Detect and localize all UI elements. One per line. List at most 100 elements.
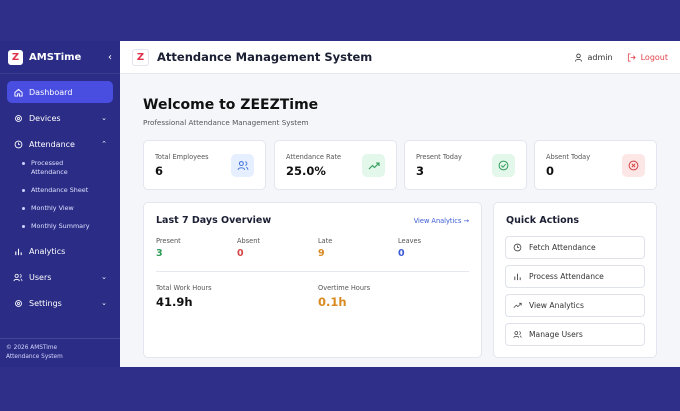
sidebar-item-label: Dashboard [29, 87, 73, 97]
chevron-up-icon: ⌃ [101, 140, 107, 148]
stat-card-absent-today: Absent Today 0 [534, 140, 657, 190]
bullet-dot [22, 207, 25, 210]
overview-panel: Last 7 Days Overview View Analytics → Pr… [143, 202, 482, 358]
collapse-sidebar-icon[interactable]: ‹ [108, 52, 112, 63]
metric-value-late: 9 [318, 248, 325, 259]
divider [156, 271, 469, 272]
metric-label-absent: Absent [237, 237, 260, 245]
user-menu[interactable]: admin [574, 53, 613, 62]
top-bar: Z Attendance Management System admin Log… [120, 41, 680, 74]
users-icon [513, 330, 522, 339]
stat-card-attendance-rate: Attendance Rate 25.0% [274, 140, 397, 190]
sidebar-item-label: Settings [29, 298, 62, 308]
user-icon [574, 53, 583, 62]
stat-label: Total Employees [155, 153, 209, 161]
copyright-text: © 2026 AMSTime [6, 345, 58, 351]
stat-label: Present Today [416, 153, 462, 161]
quick-actions-panel: Quick Actions Fetch Attendance Process A… [493, 202, 657, 358]
chevron-down-icon: ⌄ [101, 299, 107, 307]
metric-value-present: 3 [156, 248, 163, 259]
sidebar-item-settings[interactable]: Settings ⌄ [7, 292, 113, 314]
overview-title: Last 7 Days Overview [156, 215, 272, 226]
subitem-label: Processed Attendance [31, 159, 68, 176]
app-logo: Z [8, 49, 23, 65]
quick-actions-title: Quick Actions [506, 215, 580, 226]
sidebar-item-label: Analytics [29, 246, 66, 256]
trending-up-icon [513, 301, 522, 310]
metric-label-present: Present [156, 237, 181, 245]
overtime-label: Overtime Hours [318, 284, 371, 292]
sidebar-subitem-monthly-view[interactable]: Monthly View [0, 204, 120, 213]
system-caption: Attendance System [6, 354, 63, 360]
sidebar-nav: Dashboard Devices ⌄ Attendance ⌃ Process… [0, 74, 120, 314]
page-subtitle: Professional Attendance Management Syste… [143, 118, 309, 127]
stat-value: 6 [155, 164, 164, 178]
stat-card-present-today: Present Today 3 [404, 140, 527, 190]
button-label: Fetch Attendance [529, 243, 596, 252]
sidebar-item-attendance[interactable]: Attendance ⌃ [7, 133, 113, 155]
sidebar-item-label: Devices [29, 113, 61, 123]
bar-chart-icon [13, 246, 23, 256]
process-attendance-button[interactable]: Process Attendance [505, 265, 645, 288]
logout-button[interactable]: Logout [627, 53, 668, 62]
subitem-label: Attendance Sheet [31, 186, 89, 194]
bullet-dot [22, 189, 25, 192]
metric-label-leaves: Leaves [398, 237, 422, 245]
app-title: Attendance Management System [157, 50, 373, 64]
clock-icon [513, 243, 522, 252]
chevron-down-icon: ⌄ [101, 114, 107, 122]
work-hours-label: Total Work Hours [156, 284, 212, 292]
manage-users-button[interactable]: Manage Users [505, 323, 645, 346]
button-label: Process Attendance [529, 272, 604, 281]
overtime-value: 0.1h [318, 295, 347, 309]
x-circle-icon [622, 154, 645, 177]
stat-value: 25.0% [286, 164, 326, 178]
stat-card-total-employees: Total Employees 6 [143, 140, 266, 190]
main-content: Z Attendance Management System admin Log… [120, 41, 680, 367]
metric-value-absent: 0 [237, 248, 244, 259]
users-icon [231, 154, 254, 177]
subitem-label: Monthly View [31, 204, 74, 212]
button-label: Manage Users [529, 330, 583, 339]
home-icon [13, 87, 23, 97]
metric-value-leaves: 0 [398, 248, 405, 259]
sidebar-subitem-processed-attendance[interactable]: Processed Attendance [0, 159, 120, 177]
sidebar-item-devices[interactable]: Devices ⌄ [7, 107, 113, 129]
users-icon [13, 272, 23, 282]
bullet-dot [22, 162, 25, 165]
work-hours-value: 41.9h [156, 295, 193, 309]
sidebar-subitem-attendance-sheet[interactable]: Attendance Sheet [0, 186, 120, 195]
check-circle-icon [492, 154, 515, 177]
button-label: View Analytics [529, 301, 584, 310]
stat-value: 3 [416, 164, 425, 178]
sidebar-brand: Z AMSTime ‹ [0, 41, 120, 74]
clock-icon [13, 139, 23, 149]
logout-label: Logout [640, 52, 668, 62]
gear-icon [13, 113, 23, 123]
sidebar-item-users[interactable]: Users ⌄ [7, 266, 113, 288]
sidebar-item-analytics[interactable]: Analytics [7, 240, 113, 262]
bullet-dot [22, 225, 25, 228]
trending-up-icon [362, 154, 385, 177]
metric-label-late: Late [318, 237, 333, 245]
bar-chart-icon [513, 272, 522, 281]
stat-value: 0 [546, 164, 555, 178]
sidebar-item-dashboard[interactable]: Dashboard [7, 81, 113, 103]
logout-icon [627, 52, 636, 62]
sidebar-footer: © 2026 AMSTime Attendance System [0, 338, 120, 367]
sidebar-subitem-monthly-summary[interactable]: Monthly Summary [0, 222, 120, 231]
chevron-down-icon: ⌄ [101, 273, 107, 281]
page-title: Welcome to ZEEZTime [143, 97, 319, 113]
subitem-label: Monthly Summary [31, 222, 90, 230]
brand-name: AMSTime [29, 51, 82, 63]
view-analytics-button[interactable]: View Analytics [505, 294, 645, 317]
stat-label: Absent Today [546, 153, 591, 161]
gear-icon [13, 298, 23, 308]
view-analytics-link[interactable]: View Analytics → [414, 217, 469, 225]
stat-label: Attendance Rate [286, 153, 342, 161]
fetch-attendance-button[interactable]: Fetch Attendance [505, 236, 645, 259]
header-logo: Z [132, 48, 149, 66]
sidebar-item-label: Users [29, 272, 52, 282]
sidebar-item-label: Attendance [29, 139, 75, 149]
username: admin [587, 52, 613, 62]
